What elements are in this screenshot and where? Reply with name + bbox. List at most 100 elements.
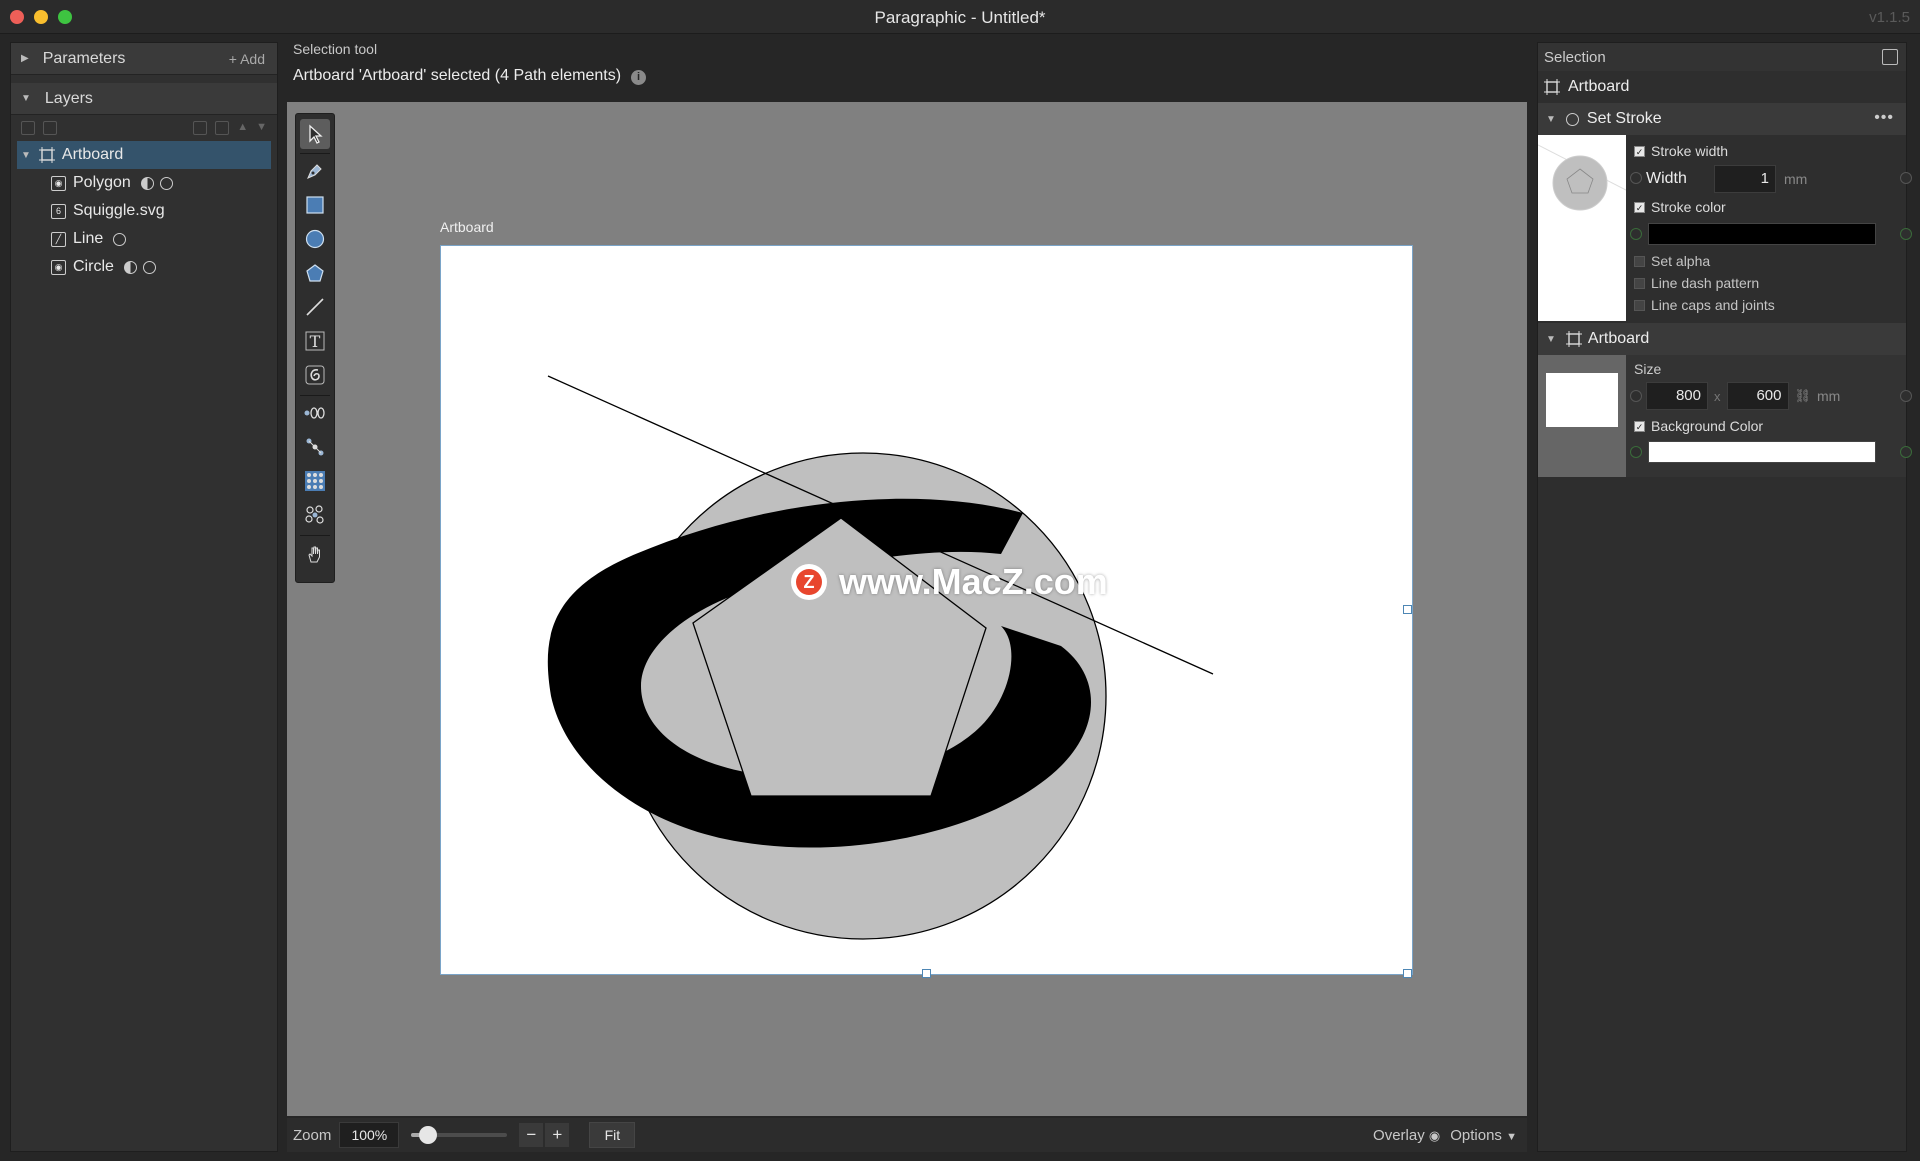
stroke-preview-image [1537,144,1627,211]
collapse-triangle-icon: ▼ [1546,113,1556,125]
zoom-slider-knob[interactable] [418,1126,437,1144]
checkbox-icon[interactable]: ✓ [1634,201,1645,213]
rectangle-tool[interactable] [300,190,330,220]
layer-row-squiggle[interactable]: 6 Squiggle.svg [11,197,277,225]
layer-row-artboard[interactable]: ▼ Artboard [17,141,271,169]
output-port-icon[interactable] [1900,446,1912,458]
artboard[interactable] [440,245,1413,978]
distribute-tool[interactable] [300,432,330,462]
artboard-node-title: Artboard [1587,330,1650,347]
mask-layer-icon[interactable] [193,121,208,135]
polygon-tool[interactable] [300,258,330,288]
current-tool-label: Selection tool [293,41,378,57]
repeat-tool[interactable] [300,398,330,428]
move-down-icon[interactable]: ▼ [256,121,267,135]
fill-badge-icon [123,260,137,274]
zoom-out-button[interactable]: − [519,1123,544,1147]
import-svg-tool[interactable] [300,360,330,390]
link-icon[interactable]: ⛓ [1795,388,1812,404]
collapse-triangle-icon: ▼ [21,149,31,161]
checkbox-icon[interactable] [1634,277,1645,289]
pen-tool[interactable] [300,156,330,186]
group-layer-icon[interactable] [43,121,57,135]
layers-label: Layers [44,89,93,107]
artboard-width-input[interactable]: 800 [1646,382,1708,410]
dash-checkbox-row[interactable]: Line dash pattern [1634,272,1906,294]
watermark-logo-icon: Z [791,564,827,600]
text-tool[interactable]: T [300,326,330,356]
stroke-color-swatch[interactable] [1648,223,1876,245]
title-bar: Paragraphic - Untitled* v1.1.5 [0,0,1920,34]
node-menu-icon[interactable]: ••• [1874,109,1894,127]
artboard-node-header[interactable]: ▼ Artboard [1538,323,1906,355]
overlay-toggle[interactable]: Overlay ◉ [1373,1127,1440,1144]
zoom-label: Zoom [293,1126,332,1144]
stroke-node-icon [1565,112,1579,126]
add-parameter-button[interactable]: + Add [229,51,265,67]
resize-handle-bottom-right[interactable] [1403,969,1412,978]
width-label: Width [1646,170,1687,187]
layer-row-line[interactable]: ╱ Line [11,225,277,253]
polygon-icon [306,264,324,282]
set-stroke-node-header[interactable]: ▼ Set Stroke ••• [1538,103,1906,135]
layer-row-polygon[interactable]: ◉ Polygon [11,169,277,197]
parameters-section-header[interactable]: ▶ Parameters + Add [11,43,277,75]
input-port-icon[interactable] [1630,390,1642,402]
selection-tool[interactable] [300,119,330,149]
resize-handle-right[interactable] [1403,605,1412,614]
left-panel: ▶ Parameters + Add ▼ Layers ▲ ▼ ▼ Artboa… [10,42,278,1152]
grid-tool[interactable] [300,466,330,496]
caps-checkbox-row[interactable]: Line caps and joints [1634,294,1906,316]
checkbox-icon[interactable] [1634,255,1645,267]
background-color-row [1630,437,1912,467]
zoom-input[interactable]: 100% [339,1122,400,1148]
checkbox-icon[interactable]: ✓ [1634,145,1645,157]
line-tool[interactable] [300,292,330,322]
pen-icon [307,164,322,179]
background-color-checkbox-row[interactable]: ✓ Background Color [1634,415,1906,437]
ellipse-tool[interactable] [300,224,330,254]
info-icon[interactable]: i [631,70,647,85]
options-menu[interactable]: Options ▼ [1450,1127,1517,1144]
layers-section-header[interactable]: ▼ Layers [11,83,277,115]
zoom-slider[interactable] [411,1126,508,1144]
clip-layer-icon[interactable] [215,121,230,135]
scatter-tool[interactable] [300,500,330,530]
fit-button[interactable]: Fit [589,1122,636,1148]
svg-text:T: T [310,332,321,351]
output-port-icon[interactable] [1900,390,1912,402]
zoom-in-button[interactable]: + [545,1123,570,1147]
checkbox-icon[interactable] [1634,299,1645,311]
set-alpha-checkbox-row[interactable]: Set alpha [1634,250,1906,272]
stroke-badge-icon [113,232,127,246]
input-port-icon[interactable] [1630,446,1642,458]
expand-triangle-icon: ▶ [21,53,29,64]
inspect-icon[interactable] [1882,49,1898,65]
artboard-height-input[interactable]: 600 [1726,382,1789,410]
width-input[interactable]: 1 [1714,165,1776,193]
set-stroke-node-body: ✓ Stroke width Width 1 mm ✓ Stroke color S… [1537,135,1912,321]
move-up-icon[interactable]: ▲ [237,121,248,135]
layer-label: Circle [73,258,114,275]
stroke-width-label: Stroke width [1651,143,1729,159]
artboard-label: Artboard [440,219,494,235]
layer-label: Polygon [73,174,131,191]
caps-label: Line caps and joints [1651,297,1775,313]
selection-panel: Selection Artboard ▼ Set Stroke ••• ✓ Str… [1537,42,1912,1152]
checkbox-icon[interactable]: ✓ [1634,420,1645,432]
hand-tool[interactable] [300,539,330,569]
line-icon: ╱ [51,231,66,247]
selected-item-row[interactable]: Artboard [1538,71,1906,103]
layer-row-circle[interactable]: ◉ Circle [11,253,277,281]
input-port-icon[interactable] [1630,172,1642,184]
stroke-color-checkbox-row[interactable]: ✓ Stroke color [1634,196,1906,218]
background-color-swatch[interactable] [1648,441,1876,463]
output-port-icon[interactable] [1900,172,1912,184]
stroke-width-checkbox-row[interactable]: ✓ Stroke width [1634,140,1906,162]
duplicate-layer-icon[interactable] [21,121,35,135]
resize-handle-bottom[interactable] [922,969,931,978]
stroke-preview-thumbnail [1537,135,1627,321]
set-stroke-properties: ✓ Stroke width Width 1 mm ✓ Stroke color S… [1626,135,1912,321]
output-port-icon[interactable] [1900,228,1912,240]
input-port-icon[interactable] [1630,228,1642,240]
